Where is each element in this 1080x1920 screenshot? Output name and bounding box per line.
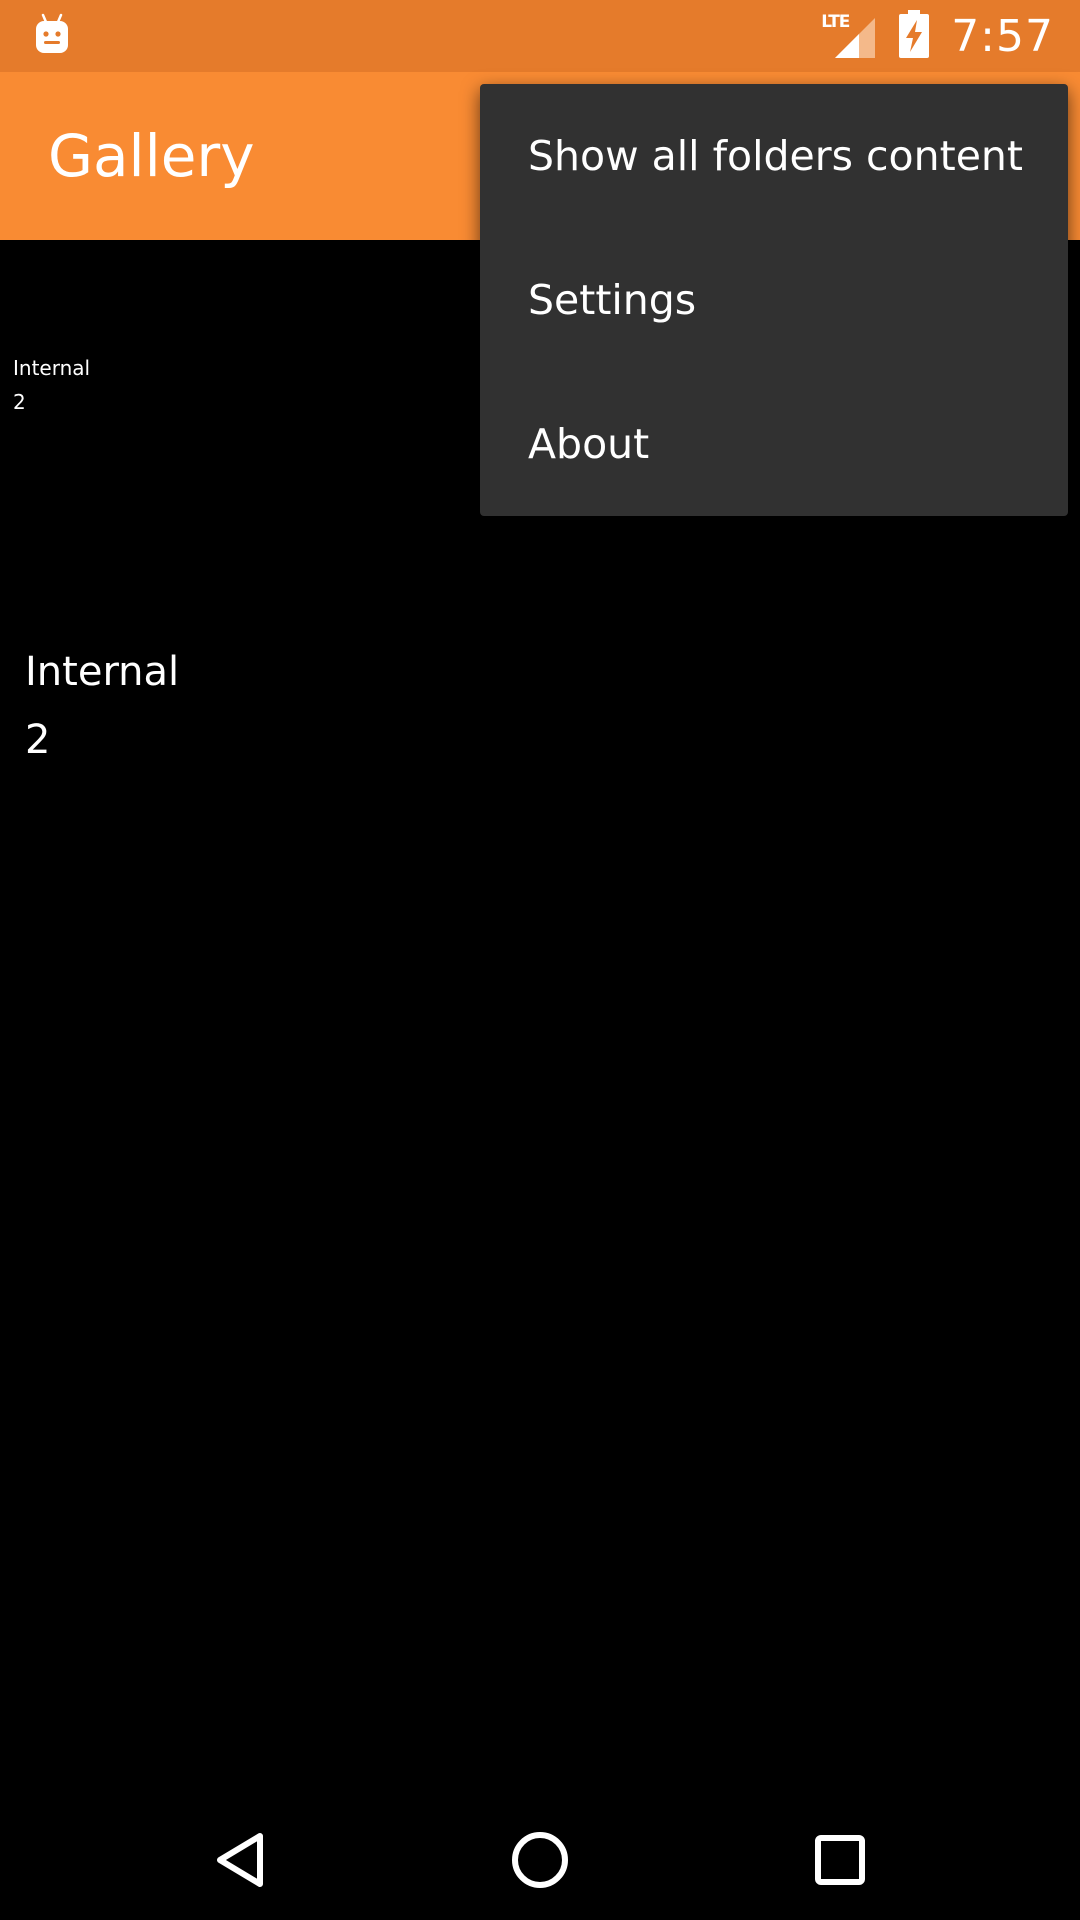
- folder-count: 2: [25, 717, 51, 763]
- menu-item-about[interactable]: About: [480, 372, 1068, 516]
- recents-icon[interactable]: [798, 1818, 882, 1902]
- back-icon[interactable]: [198, 1818, 282, 1902]
- status-notifications: [34, 13, 70, 59]
- home-icon[interactable]: [498, 1818, 582, 1902]
- signal-icon: LTE: [821, 12, 877, 60]
- app-title: Gallery: [48, 122, 255, 190]
- folder-name: Internal: [13, 356, 91, 380]
- gallery-screen: LTE 7:57 Gallery Internal 2 Internal 2 S…: [0, 0, 1080, 1920]
- overflow-menu: Show all folders content Settings About: [480, 84, 1068, 516]
- navigation-bar: [0, 1800, 1080, 1920]
- battery-charging-icon: [899, 10, 930, 62]
- folder-item[interactable]: Internal 2: [25, 644, 179, 768]
- folder-count: 2: [13, 390, 26, 414]
- status-time: 7:57: [951, 10, 1054, 62]
- folder-item[interactable]: Internal 2: [13, 354, 90, 416]
- status-indicators: LTE 7:57: [821, 10, 1054, 62]
- android-notification-icon: [34, 13, 70, 59]
- status-bar: LTE 7:57: [0, 0, 1080, 72]
- menu-item-show-all-folders[interactable]: Show all folders content: [480, 84, 1068, 228]
- menu-item-settings[interactable]: Settings: [480, 228, 1068, 372]
- folder-name: Internal: [25, 649, 180, 695]
